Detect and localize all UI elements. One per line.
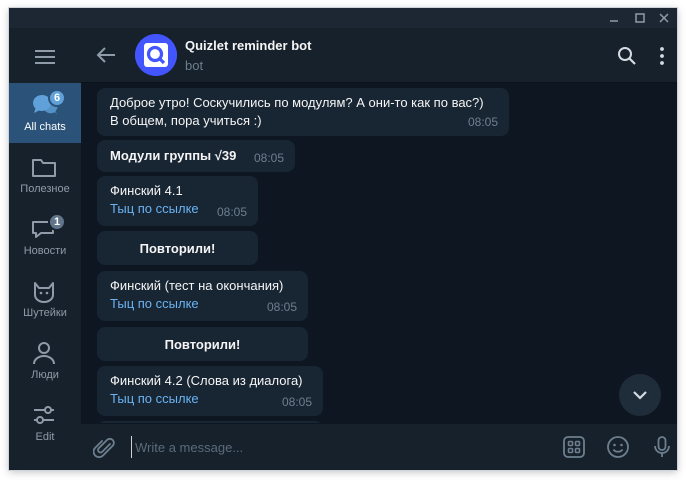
- cat-icon: [34, 282, 54, 303]
- microphone-icon[interactable]: [650, 435, 674, 459]
- message-bubble-partial[interactable]: [97, 421, 323, 423]
- folder-shuteyki[interactable]: Шутейки: [9, 269, 81, 329]
- unread-badge: 1: [48, 213, 67, 231]
- folder-label: Edit: [35, 431, 55, 443]
- inline-keyboard-button[interactable]: Повторили!: [97, 231, 258, 265]
- avatar[interactable]: [135, 34, 177, 76]
- maximize-icon[interactable]: [631, 10, 649, 26]
- message-bubble[interactable]: Финский 4.1 Тыц по ссылке 08:05: [97, 176, 258, 226]
- search-icon[interactable]: [616, 45, 638, 67]
- message-time: 08:05: [281, 395, 312, 409]
- folders-sidebar: 6 All chats Полезное 1 Новости Шутейки Л…: [9, 28, 81, 470]
- message-text: Финский 4.2 (Слова из диалога): [110, 373, 303, 388]
- message-time: 08:05: [216, 205, 247, 219]
- unread-badge: 6: [48, 89, 67, 107]
- message-bubble[interactable]: Финский 4.2 (Слова из диалога) Тыц по сс…: [97, 366, 323, 416]
- person-icon: [33, 342, 55, 365]
- paperclip-icon[interactable]: [92, 436, 117, 460]
- chat-header: Quizlet reminder bot bot: [81, 28, 677, 83]
- telegram-window: 6 All chats Полезное 1 Новости Шутейки Л…: [9, 8, 677, 470]
- folder-label: Полезное: [20, 183, 70, 195]
- chevron-down-icon: [633, 391, 647, 400]
- message-bubble[interactable]: Финский (тест на окончания) Тыц по ссылк…: [97, 271, 308, 321]
- folder-novosti[interactable]: 1 Новости: [9, 207, 81, 267]
- inline-keyboard-button[interactable]: Повторили!: [97, 327, 308, 361]
- hamburger-menu-icon[interactable]: [33, 48, 57, 66]
- message-list[interactable]: Доброе утро! Соскучились по модулям? А о…: [81, 84, 677, 423]
- folder-label: Люди: [31, 369, 59, 381]
- emoji-icon[interactable]: [606, 435, 630, 459]
- folder-edit[interactable]: Edit: [9, 393, 81, 453]
- folder-lyudi[interactable]: Люди: [9, 331, 81, 391]
- message-link[interactable]: Тыц по ссылке: [110, 390, 310, 408]
- folder-label: Шутейки: [23, 307, 67, 319]
- message-bubble[interactable]: Доброе утро! Соскучились по модулям? А о…: [97, 88, 509, 136]
- more-vertical-icon[interactable]: [651, 45, 673, 67]
- message-input[interactable]: [131, 436, 531, 458]
- folder-all-chats[interactable]: 6 All chats: [9, 83, 81, 143]
- message-text: Финский 4.1: [110, 183, 183, 198]
- close-icon[interactable]: [655, 10, 673, 26]
- message-text: В общем, пора учиться :): [110, 113, 262, 128]
- title-bar: [9, 8, 677, 28]
- message-bubble[interactable]: Модули группы √39 08:05: [97, 140, 295, 172]
- message-time: 08:05: [266, 300, 297, 314]
- chat-title[interactable]: Quizlet reminder bot: [185, 38, 311, 53]
- sliders-icon: [34, 406, 54, 424]
- message-text: Доброе утро! Соскучились по модулям? А о…: [110, 95, 484, 110]
- bot-commands-icon[interactable]: [562, 435, 586, 459]
- message-text: Модули группы √39: [110, 148, 237, 163]
- folder-icon: [32, 159, 56, 177]
- message-text: Финский (тест на окончания): [110, 278, 284, 293]
- message-time: 08:05: [467, 115, 498, 129]
- folder-label: All chats: [24, 121, 66, 133]
- minimize-icon[interactable]: [605, 10, 623, 26]
- folder-poleznoe[interactable]: Полезное: [9, 145, 81, 205]
- message-composer: [81, 424, 677, 470]
- message-time: 08:05: [253, 151, 284, 165]
- chat-status: bot: [185, 58, 204, 73]
- scroll-down-button[interactable]: [619, 374, 661, 416]
- folder-label: Новости: [23, 245, 67, 257]
- back-arrow-icon[interactable]: [95, 45, 117, 65]
